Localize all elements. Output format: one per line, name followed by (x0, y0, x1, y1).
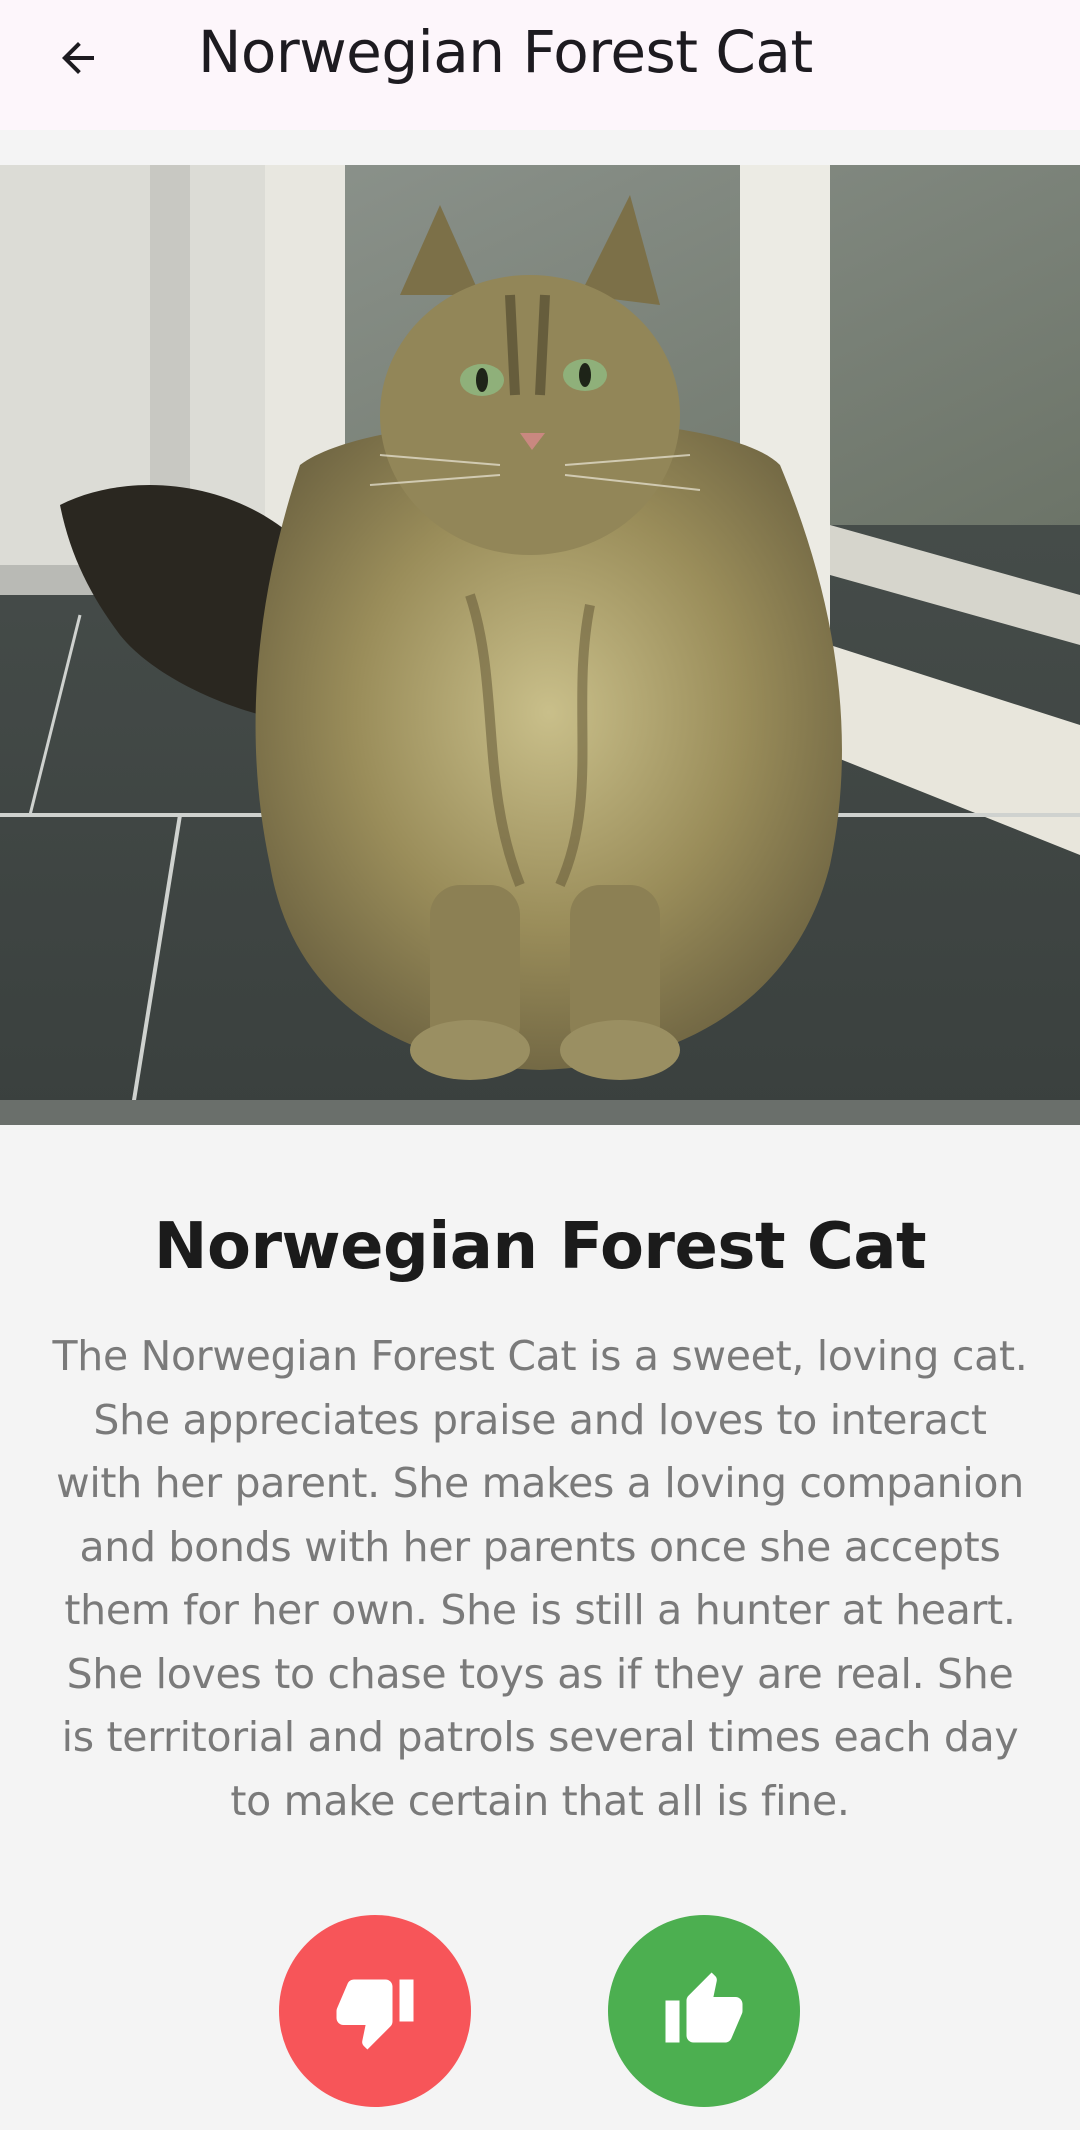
thumbs-up-icon (665, 1972, 743, 2043)
thumbs-down-icon (336, 1979, 414, 2050)
breed-description: The Norwegian Forest Cat is a sweet, lov… (52, 1332, 1028, 1825)
breed-name: Norwegian Forest Cat (153, 1210, 927, 1284)
app-bar-title: Norwegian Forest Cat (198, 18, 813, 86)
like-button[interactable] (608, 1915, 800, 2107)
cat-photo (0, 165, 1080, 1125)
arrow-left-icon (62, 42, 94, 74)
back-button[interactable] (38, 18, 118, 98)
dislike-button[interactable] (279, 1915, 471, 2107)
app-bar: Norwegian Forest Cat (0, 0, 1080, 130)
